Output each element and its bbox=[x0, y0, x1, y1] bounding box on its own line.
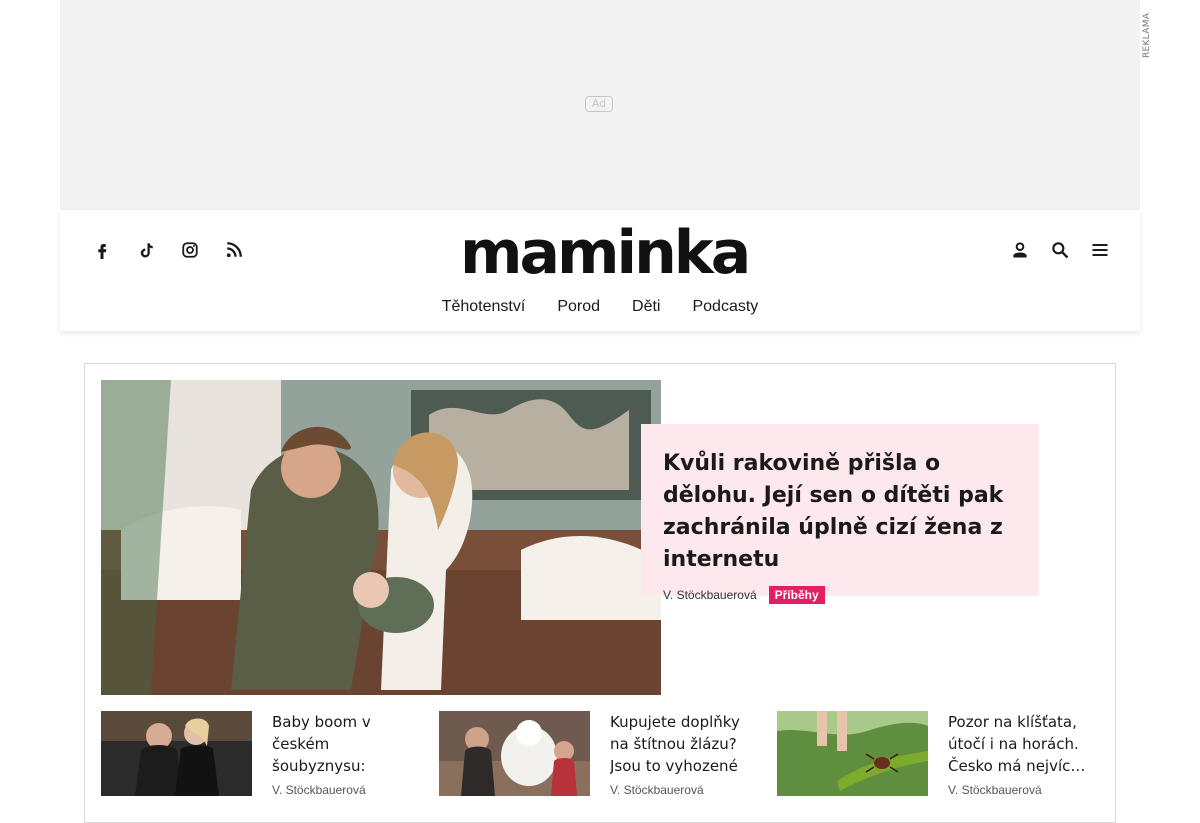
teaser-title[interactable]: Kupujete doplňky na štítnou žlázu? Jsou … bbox=[610, 711, 757, 777]
site-logo[interactable]: maminka bbox=[460, 218, 751, 288]
header-tools bbox=[1008, 238, 1112, 262]
rss-icon[interactable] bbox=[212, 238, 256, 262]
main-navigation: Těhotenství Porod Děti Podcasty bbox=[60, 298, 1140, 316]
teaser-thumbnail[interactable] bbox=[101, 711, 252, 796]
teaser-author[interactable]: V. Stöckbauerová bbox=[610, 783, 757, 797]
ad-badge: Ad bbox=[585, 96, 613, 112]
hero-card[interactable]: Kvůli rakovině přišla o dělohu. Její sen… bbox=[641, 424, 1039, 604]
teaser-list: Baby boom v českém šoubyznysu: Zpěvák Mi… bbox=[101, 711, 1095, 797]
nav-item-porod[interactable]: Porod bbox=[557, 298, 600, 316]
menu-icon[interactable] bbox=[1088, 238, 1112, 262]
teaser-title[interactable]: Baby boom v českém šoubyznysu: Zpěvák Mi… bbox=[272, 711, 419, 777]
instagram-icon[interactable] bbox=[168, 238, 212, 262]
hero-title[interactable]: Kvůli rakovině přišla o dělohu. Její sen… bbox=[663, 448, 1017, 576]
teaser-text: Kupujete doplňky na štítnou žlázu? Jsou … bbox=[610, 711, 757, 797]
hero-meta: V. Stöckbauerová Příběhy bbox=[663, 586, 1017, 604]
hero-author[interactable]: V. Stöckbauerová bbox=[663, 588, 757, 602]
teaser-title[interactable]: Pozor na klíšťata, útočí i na horách. Če… bbox=[948, 711, 1095, 777]
category-badge[interactable]: Příběhy bbox=[768, 586, 825, 604]
tiktok-icon[interactable] bbox=[124, 238, 168, 262]
teaser-item[interactable]: Baby boom v českém šoubyznysu: Zpěvák Mi… bbox=[101, 711, 419, 797]
account-icon[interactable] bbox=[1008, 238, 1032, 262]
nav-item-deti[interactable]: Děti bbox=[632, 298, 660, 316]
nav-item-podcasty[interactable]: Podcasty bbox=[692, 298, 758, 316]
teaser-author[interactable]: V. Stöckbauerová bbox=[948, 783, 1095, 797]
hero-image[interactable] bbox=[101, 380, 661, 695]
ad-label: REKLAMA bbox=[1142, 12, 1152, 58]
facebook-icon[interactable] bbox=[80, 238, 124, 262]
teaser-item[interactable]: Pozor na klíšťata, útočí i na horách. Če… bbox=[777, 711, 1095, 797]
social-links bbox=[80, 238, 256, 262]
teaser-item[interactable]: Kupujete doplňky na štítnou žlázu? Jsou … bbox=[439, 711, 757, 797]
nav-item-tehotenstvi[interactable]: Těhotenství bbox=[442, 298, 526, 316]
search-icon[interactable] bbox=[1048, 238, 1072, 262]
featured-section: Kvůli rakovině přišla o dělohu. Její sen… bbox=[84, 363, 1116, 823]
teaser-thumbnail[interactable] bbox=[439, 711, 590, 796]
teaser-thumbnail[interactable] bbox=[777, 711, 928, 796]
site-header: maminka Těhotenství Porod Děti Podcasty bbox=[60, 210, 1140, 331]
teaser-text: Baby boom v českém šoubyznysu: Zpěvák Mi… bbox=[272, 711, 419, 797]
teaser-author[interactable]: V. Stöckbauerová bbox=[272, 783, 419, 797]
ad-banner[interactable]: Ad bbox=[60, 0, 1140, 210]
teaser-text: Pozor na klíšťata, útočí i na horách. Če… bbox=[948, 711, 1095, 797]
